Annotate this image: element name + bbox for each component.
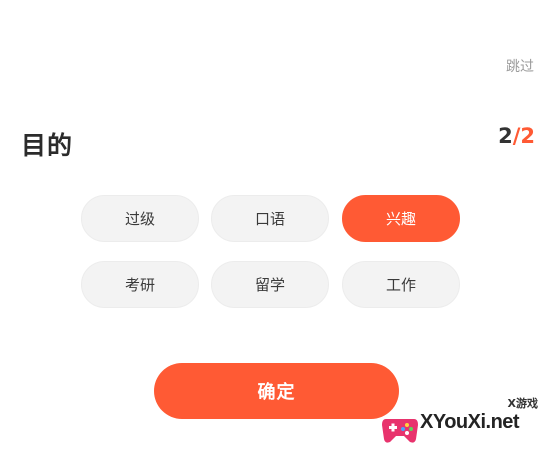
skip-button[interactable]: 跳过 [506,56,534,76]
progress-total: 2 [520,124,535,148]
gamepad-logo-icon [382,419,418,443]
option-kouyu[interactable]: 口语 [211,195,329,242]
site-watermark: X游戏 XYouXi.net [376,395,546,455]
watermark-site: XYouXi.net [420,411,520,433]
confirm-button[interactable]: 确定 [154,363,399,419]
step-progress: 2/2 [498,124,535,148]
option-kaoyan[interactable]: 考研 [81,261,199,308]
option-guoji[interactable]: 过级 [81,195,199,242]
option-xingqu[interactable]: 兴趣 [342,195,460,242]
option-gongzuo[interactable]: 工作 [342,261,460,308]
page-title: 目的 [21,131,74,160]
option-liuxue[interactable]: 留学 [211,261,329,308]
watermark-tag: X游戏 [507,397,538,410]
progress-current: 2 [498,124,513,148]
